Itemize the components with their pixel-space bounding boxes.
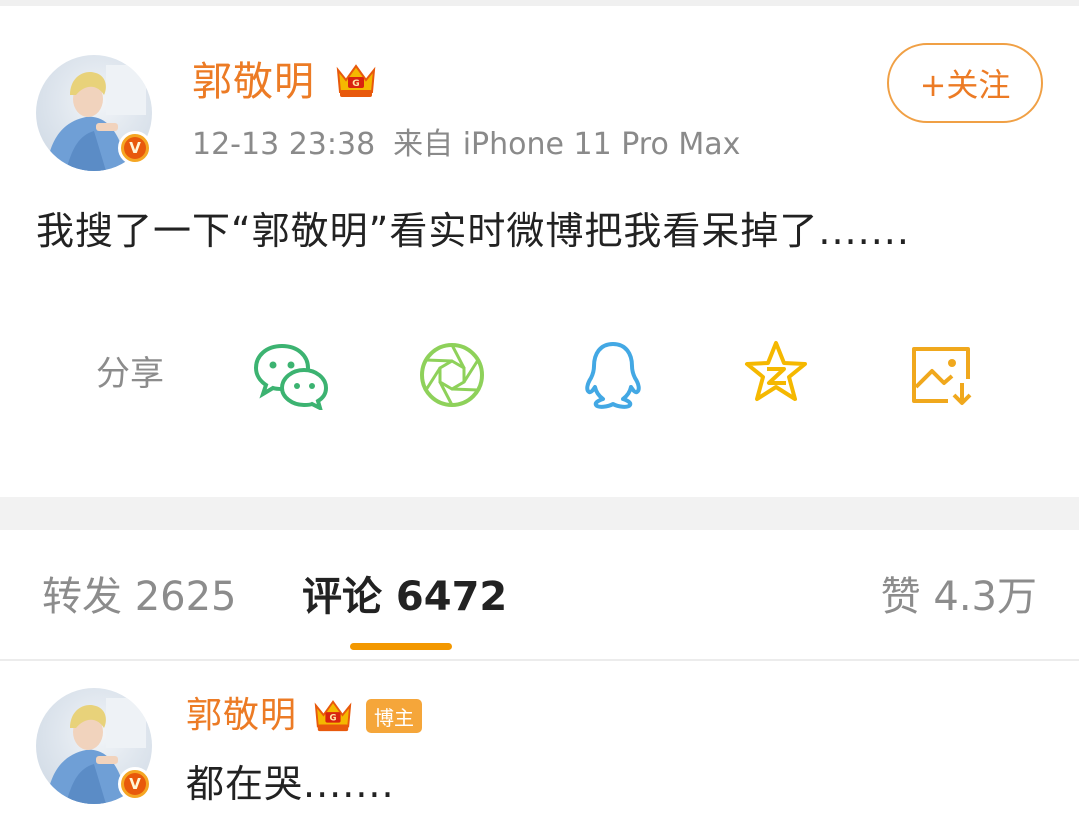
author-name[interactable]: 郭敬明 xyxy=(192,58,315,106)
tab-repost[interactable]: 转发 2625 xyxy=(42,572,237,622)
post-source: 来自 iPhone 11 Pro Max xyxy=(393,127,741,162)
tab-likes[interactable]: 赞 4.3万 xyxy=(881,572,1037,622)
tab-comments[interactable]: 评论 6472 xyxy=(302,572,507,622)
author-badge: 博主 xyxy=(366,699,422,733)
tabs-divider xyxy=(0,659,1079,661)
verified-badge-icon: V xyxy=(118,767,152,801)
svg-text:G: G xyxy=(352,79,359,89)
post-content: 我搜了一下“郭敬明”看实时微博把我看呆掉了....... xyxy=(36,209,910,253)
crown-icon: G xyxy=(312,696,354,734)
share-label: 分享 xyxy=(96,354,164,394)
post-meta: 12-13 23:38 来自 iPhone 11 Pro Max xyxy=(192,125,740,165)
verified-badge-icon: V xyxy=(118,131,152,165)
section-separator xyxy=(0,497,1079,530)
wechat-icon[interactable] xyxy=(252,340,330,410)
comment-text: 都在哭....... xyxy=(186,762,395,806)
post-time: 12-13 23:38 xyxy=(192,127,376,162)
top-strip xyxy=(0,0,1079,6)
active-tab-indicator xyxy=(350,643,452,650)
moments-icon[interactable] xyxy=(418,341,486,409)
save-image-icon[interactable] xyxy=(908,343,976,407)
follow-button[interactable]: +关注 xyxy=(887,43,1043,123)
svg-text:G: G xyxy=(329,714,336,724)
comment-author-name[interactable]: 郭敬明 xyxy=(186,694,297,738)
crown-icon: G xyxy=(334,60,378,100)
qq-icon[interactable] xyxy=(582,340,644,410)
qzone-icon[interactable] xyxy=(742,338,810,406)
